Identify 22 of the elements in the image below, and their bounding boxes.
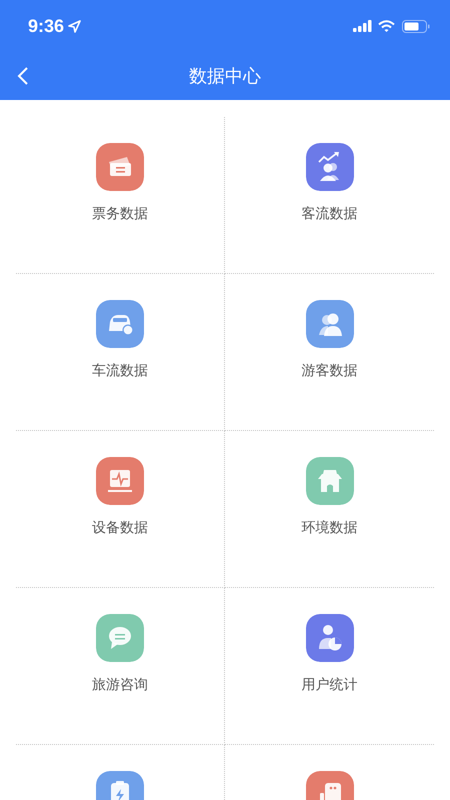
users-icon[interactable] [306,300,354,348]
page-title: 数据中心 [189,65,261,88]
tile-label[interactable]: 旅游咨询 [92,676,148,694]
ticket-icon[interactable] [96,143,144,191]
battery-icon [402,20,430,32]
monitor-icon[interactable] [96,457,144,505]
tile-label[interactable]: 客流数据 [302,205,358,223]
tile-label[interactable]: 票务数据 [92,205,148,223]
chat-icon[interactable] [96,614,144,662]
tile-label[interactable]: 设备数据 [92,519,148,537]
pavilion-icon[interactable] [306,457,354,505]
tile-label[interactable]: 用户统计 [302,676,358,694]
tile-label[interactable]: 环境数据 [302,519,358,537]
car-icon[interactable] [96,300,144,348]
tile-label[interactable]: 车流数据 [92,362,148,380]
people-trend-icon[interactable] [306,143,354,191]
location-arrow-icon [68,20,82,32]
tile-label[interactable]: 游客数据 [302,362,358,380]
signal-icon [353,20,372,32]
status-time: 9:36 [28,16,64,36]
user-chart-icon[interactable] [306,614,354,662]
wifi-icon [378,20,395,32]
